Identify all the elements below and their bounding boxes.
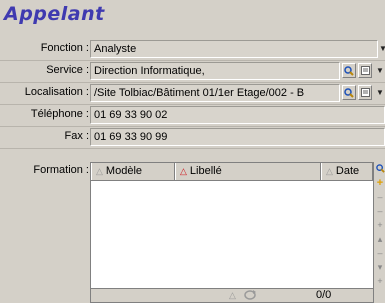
column-header-libelle[interactable]: △ Libellé: [175, 163, 321, 180]
chevron-down-icon[interactable]: ▾: [375, 262, 385, 273]
row-fonction: Fonction : Analyste ▼: [0, 40, 385, 58]
fax-label: Fax :: [64, 130, 89, 142]
sort-indicator-icon: △: [96, 166, 103, 176]
sort-icon[interactable]: △: [229, 290, 236, 301]
telephone-label: Téléphone :: [30, 108, 89, 120]
record-count: 0/0: [316, 289, 332, 301]
sort-indicator-icon: △: [326, 166, 333, 176]
minus-icon[interactable]: –: [375, 248, 385, 259]
magnifier-icon[interactable]: [375, 164, 385, 175]
divider: [0, 60, 385, 61]
formation-label: Formation :: [33, 164, 89, 176]
window-title: Appelant: [4, 3, 105, 25]
details-icon[interactable]: [358, 63, 372, 78]
table-toolbar: + – – + ▴ – ▾ +: [375, 162, 385, 303]
row-localisation: Localisation : /Site Tolbiac/Bâtiment 01…: [0, 84, 385, 102]
divider: [0, 148, 385, 149]
fonction-label: Fonction :: [40, 42, 89, 54]
service-field[interactable]: Direction Informatique,: [90, 62, 340, 80]
divider: [0, 104, 385, 105]
row-service: Service : Direction Informatique, ▼: [0, 62, 385, 80]
table-footer: △ 0/0: [91, 288, 373, 302]
plus-icon[interactable]: +: [375, 276, 385, 287]
chevron-down-icon[interactable]: ▼: [376, 85, 384, 100]
column-label: Libellé: [189, 165, 222, 177]
row-fax: Fax : 01 69 33 90 99: [0, 128, 385, 146]
column-header-modele[interactable]: △ Modèle: [91, 163, 175, 180]
divider: [0, 126, 385, 127]
service-label: Service :: [46, 64, 89, 76]
magnifier-icon[interactable]: [342, 63, 356, 78]
minus-icon[interactable]: –: [375, 206, 385, 217]
row-telephone: Téléphone : 01 69 33 90 02: [0, 106, 385, 124]
fonction-field[interactable]: Analyste: [90, 40, 378, 58]
divider: [0, 82, 385, 83]
formation-table[interactable]: △ Modèle △ Libellé △ Date △ 0/0: [90, 162, 374, 303]
details-icon[interactable]: [358, 85, 372, 100]
fax-field[interactable]: 01 69 33 90 99: [90, 128, 385, 146]
column-label: Date: [335, 165, 360, 177]
refresh-icon[interactable]: [243, 289, 257, 303]
chevron-down-icon[interactable]: ▼: [379, 41, 385, 56]
plus-icon[interactable]: +: [375, 178, 385, 189]
localisation-label: Localisation :: [24, 86, 89, 98]
column-header-date[interactable]: △ Date: [321, 163, 373, 180]
localisation-field[interactable]: /Site Tolbiac/Bâtiment 01/1er Etage/002 …: [90, 84, 340, 102]
plus-icon[interactable]: +: [375, 220, 385, 231]
telephone-field[interactable]: 01 69 33 90 02: [90, 106, 385, 124]
magnifier-icon[interactable]: [342, 85, 356, 100]
minus-icon[interactable]: –: [375, 192, 385, 203]
column-label: Modèle: [105, 165, 142, 177]
chevron-down-icon[interactable]: ▼: [376, 63, 384, 78]
chevron-up-icon[interactable]: ▴: [375, 234, 385, 245]
header: Appelant: [0, 0, 385, 38]
sort-indicator-icon: △: [180, 166, 187, 176]
table-header: △ Modèle △ Libellé △ Date: [91, 163, 373, 181]
